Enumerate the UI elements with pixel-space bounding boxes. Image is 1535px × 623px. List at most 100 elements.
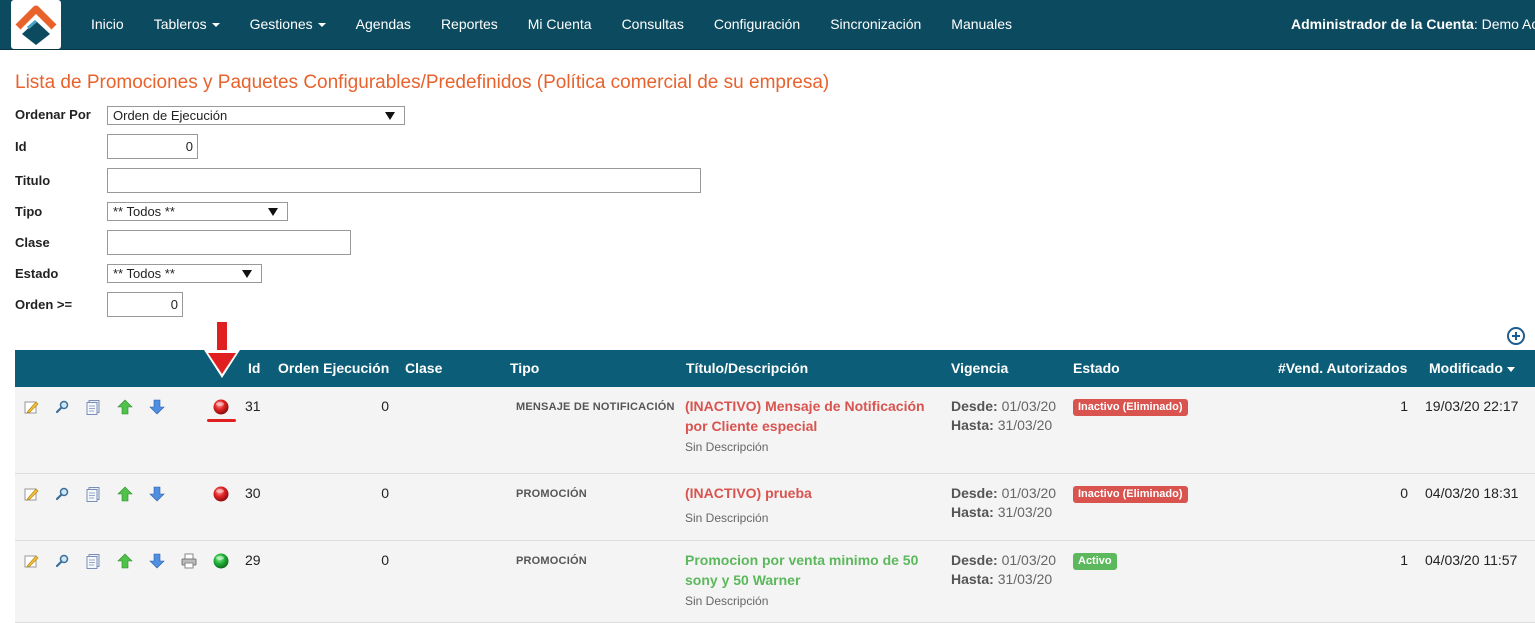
tipo-label: Tipo: [15, 204, 43, 219]
sort-desc-icon: [1506, 366, 1515, 372]
row-titulo-link[interactable]: por Cliente especial: [685, 416, 817, 436]
nav-item-manuales[interactable]: Manuales: [936, 0, 1027, 49]
row-vigencia-hasta: Hasta: 31/03/20: [951, 416, 1052, 435]
row-id: 30: [245, 485, 261, 501]
titulo-label: Titulo: [15, 173, 51, 188]
estado-select[interactable]: ** Todos **: [107, 264, 262, 283]
hasta-label: Hasta:: [951, 504, 994, 520]
clase-label: Clase: [15, 235, 50, 250]
tipo-value: ** Todos **: [113, 204, 175, 219]
edit-icon[interactable]: [23, 399, 39, 415]
nav-item-agendas[interactable]: Agendas: [341, 0, 426, 49]
header-vigencia[interactable]: Vigencia: [951, 350, 1008, 387]
account-label: Administrador de la Cuenta: [1291, 16, 1474, 32]
copy-icon[interactable]: [85, 553, 101, 569]
row-modificado: 04/03/20 18:31: [1425, 485, 1519, 501]
nav-menu: Inicio Tableros Gestiones Agendas Reportes Mi…: [76, 0, 1027, 49]
nav-item-label: Reportes: [440, 16, 498, 32]
clase-input[interactable]: [107, 230, 351, 255]
header-modificado-label: Modificado: [1429, 360, 1503, 376]
table-header: Id Orden Ejecución Clase Tipo Título/Des…: [15, 350, 1535, 387]
header-modificado[interactable]: Modificado: [1429, 350, 1515, 387]
arrow-down-icon[interactable]: [149, 553, 165, 569]
chevron-down-icon: [268, 208, 278, 216]
header-tipo[interactable]: Tipo: [510, 350, 539, 387]
desde-value: 01/03/20: [1001, 485, 1057, 501]
nav-item-configuración[interactable]: Configuración: [699, 0, 815, 49]
search-icon[interactable]: [54, 553, 70, 569]
row-titulo-link[interactable]: sony y 50 Warner: [685, 570, 800, 590]
arrow-up-icon[interactable]: [117, 399, 133, 415]
add-icon[interactable]: [1507, 327, 1525, 345]
header-titulo[interactable]: Título/Descripción: [686, 350, 808, 387]
row-descripcion: Sin Descripción: [685, 594, 769, 608]
id-input[interactable]: [107, 134, 198, 159]
hasta-value: 31/03/20: [997, 417, 1053, 433]
header-orden[interactable]: Orden Ejecución: [278, 350, 389, 387]
row-titulo-link[interactable]: Promocion por venta minimo de 50: [685, 550, 918, 570]
print-icon[interactable]: [181, 553, 197, 569]
table-row: 31 0 MENSAJE DE NOTIFICACIÓN (INACTIVO) Men…: [15, 387, 1535, 474]
copy-icon[interactable]: [85, 486, 101, 502]
header-clase[interactable]: Clase: [405, 350, 442, 387]
nav-item-consultas[interactable]: Consultas: [607, 0, 699, 49]
titulo-input[interactable]: [107, 168, 701, 193]
annotation-underline: [207, 419, 236, 422]
top-navbar: Inicio Tableros Gestiones Agendas Reportes Mi…: [0, 0, 1535, 50]
app-logo[interactable]: [11, 0, 61, 49]
row-titulo-link[interactable]: (INACTIVO) prueba: [685, 483, 812, 503]
search-icon[interactable]: [54, 399, 70, 415]
nav-item-label: Inicio: [91, 16, 124, 32]
nav-item-label: Sincronización: [830, 16, 922, 32]
row-tipo: PROMOCIÓN: [516, 555, 587, 567]
row-orden: 0: [381, 485, 389, 501]
nav-item-label: Mi Cuenta: [527, 16, 592, 32]
orden-input[interactable]: [107, 292, 183, 317]
desde-label: Desde:: [951, 552, 998, 568]
status-dot-icon[interactable]: [212, 485, 230, 503]
status-dot-icon[interactable]: [212, 398, 230, 416]
arrow-up-icon[interactable]: [117, 553, 133, 569]
arrow-down-icon[interactable]: [149, 399, 165, 415]
desde-label: Desde:: [951, 485, 998, 501]
row-titulo-link[interactable]: (INACTIVO) Mensaje de Notificación: [685, 396, 925, 416]
row-orden: 0: [381, 398, 389, 414]
status-dot-icon[interactable]: [212, 552, 230, 570]
ordenar-por-select[interactable]: Orden de Ejecución: [107, 106, 405, 125]
nav-item-reportes[interactable]: Reportes: [426, 0, 513, 49]
nav-item-mi-cuenta[interactable]: Mi Cuenta: [513, 0, 607, 49]
id-label: Id: [15, 139, 27, 154]
tipo-select[interactable]: ** Todos **: [107, 202, 288, 221]
nav-item-label: Agendas: [355, 16, 411, 32]
caret-down-icon: [211, 23, 220, 28]
page-title: Lista de Promociones y Paquetes Configur…: [15, 72, 830, 93]
nav-item-tableros[interactable]: Tableros: [139, 0, 235, 49]
copy-icon[interactable]: [85, 399, 101, 415]
table-row: 29 0 PROMOCIÓN Promocion por venta minimo d…: [15, 541, 1535, 623]
estado-value: ** Todos **: [113, 266, 175, 281]
caret-down-icon: [317, 23, 326, 28]
search-icon[interactable]: [54, 486, 70, 502]
header-estado[interactable]: Estado: [1073, 350, 1120, 387]
row-modificado: 19/03/20 22:17: [1425, 398, 1519, 414]
row-id: 29: [245, 552, 261, 568]
row-tipo: MENSAJE DE NOTIFICACIÓN: [516, 401, 675, 413]
header-vend[interactable]: #Vend. Autorizados: [1278, 350, 1407, 387]
nav-item-label: Gestiones: [249, 16, 313, 32]
nav-item-inicio[interactable]: Inicio: [76, 0, 139, 49]
nav-item-sincronización[interactable]: Sincronización: [815, 0, 936, 49]
account-info[interactable]: Administrador de la Cuenta: Demo Ac: [1291, 0, 1535, 49]
row-vigencia-hasta: Hasta: 31/03/20: [951, 503, 1052, 522]
edit-icon[interactable]: [23, 486, 39, 502]
arrow-down-icon[interactable]: [149, 486, 165, 502]
chevron-down-icon: [242, 270, 252, 278]
ordenar-por-label: Ordenar Por: [15, 107, 91, 122]
orden-label: Orden >=: [15, 297, 73, 312]
row-vend: 1: [1400, 398, 1408, 414]
edit-icon[interactable]: [23, 553, 39, 569]
hasta-value: 31/03/20: [997, 571, 1053, 587]
row-vigencia-desde: Desde: 01/03/20: [951, 397, 1056, 416]
nav-item-gestiones[interactable]: Gestiones: [235, 0, 341, 49]
header-id[interactable]: Id: [248, 350, 260, 387]
arrow-up-icon[interactable]: [117, 486, 133, 502]
